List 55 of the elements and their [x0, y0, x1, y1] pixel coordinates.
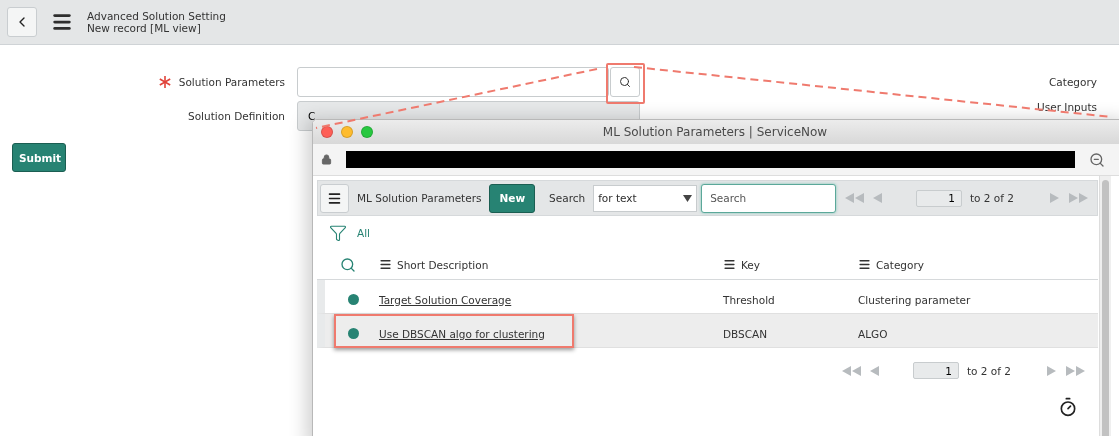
scrollbar[interactable] — [1102, 180, 1109, 436]
page-number-field[interactable]: 1 — [915, 189, 962, 207]
maximize-button[interactable] — [361, 126, 373, 138]
column-header[interactable]: Short Description — [397, 258, 489, 271]
field-label: Solution Parameters — [178, 76, 285, 88]
timer-icon[interactable] — [1058, 397, 1078, 417]
next-page-icon[interactable] — [1050, 192, 1061, 204]
previous-page-icon[interactable] — [869, 364, 881, 377]
zoom-out-icon[interactable] — [1089, 151, 1105, 168]
minimize-button[interactable] — [341, 126, 353, 138]
column-header[interactable]: Category — [876, 258, 924, 271]
first-page-icon[interactable] — [841, 364, 862, 377]
page-subtitle: New record [ML view] — [87, 22, 202, 34]
submit-button[interactable]: Submit — [12, 143, 66, 172]
page-range: to 2 of 2 — [969, 192, 1014, 204]
last-page-icon[interactable] — [1069, 192, 1089, 204]
table-cell: ALGO — [858, 327, 888, 340]
lock-icon — [321, 154, 332, 165]
next-page-icon[interactable] — [1047, 364, 1058, 377]
column-menu-icon[interactable] — [379, 258, 392, 271]
back-button[interactable] — [7, 7, 37, 37]
record-link[interactable]: Target Solution Coverage — [379, 293, 512, 306]
search-icon — [619, 76, 631, 88]
status-dot — [348, 328, 359, 339]
column-menu-icon[interactable] — [858, 258, 871, 271]
table-cell: Threshold — [723, 293, 775, 306]
lookup-button[interactable] — [610, 67, 640, 97]
search-label: Search — [549, 192, 586, 204]
filter-link[interactable]: All — [357, 227, 371, 239]
page-title: Advanced Solution Setting — [87, 10, 226, 22]
menu-button[interactable] — [320, 183, 349, 213]
menu-icon[interactable] — [51, 11, 73, 33]
table-cell: Clustering parameter — [858, 293, 971, 306]
search-scope-dropdown[interactable]: for text — [593, 184, 698, 212]
table-cell: DBSCAN — [723, 327, 768, 340]
record-link[interactable]: Use DBSCAN algo for clustering — [379, 327, 545, 340]
search-field[interactable]: Search — [701, 183, 837, 213]
list-title: ML Solution Parameters — [357, 192, 482, 204]
caret-icon — [683, 194, 693, 202]
column-menu-icon[interactable] — [723, 258, 736, 271]
new-button[interactable]: New — [489, 183, 536, 213]
menu-icon — [327, 190, 342, 206]
status-dot — [348, 294, 359, 305]
lookup-field[interactable] — [297, 67, 609, 97]
search-icon[interactable] — [340, 256, 356, 273]
field-label: Category — [1049, 76, 1097, 88]
first-page-icon[interactable] — [844, 192, 865, 204]
page-range: to 2 of 2 — [966, 364, 1011, 377]
previous-page-icon[interactable] — [872, 192, 884, 204]
column-header[interactable]: Key — [741, 258, 761, 271]
last-page-icon[interactable] — [1066, 364, 1086, 377]
page-number-field[interactable]: 1 — [912, 362, 959, 379]
filter-icon[interactable] — [329, 224, 347, 242]
field-label: Solution Definition — [188, 110, 285, 122]
close-button[interactable] — [321, 126, 333, 138]
